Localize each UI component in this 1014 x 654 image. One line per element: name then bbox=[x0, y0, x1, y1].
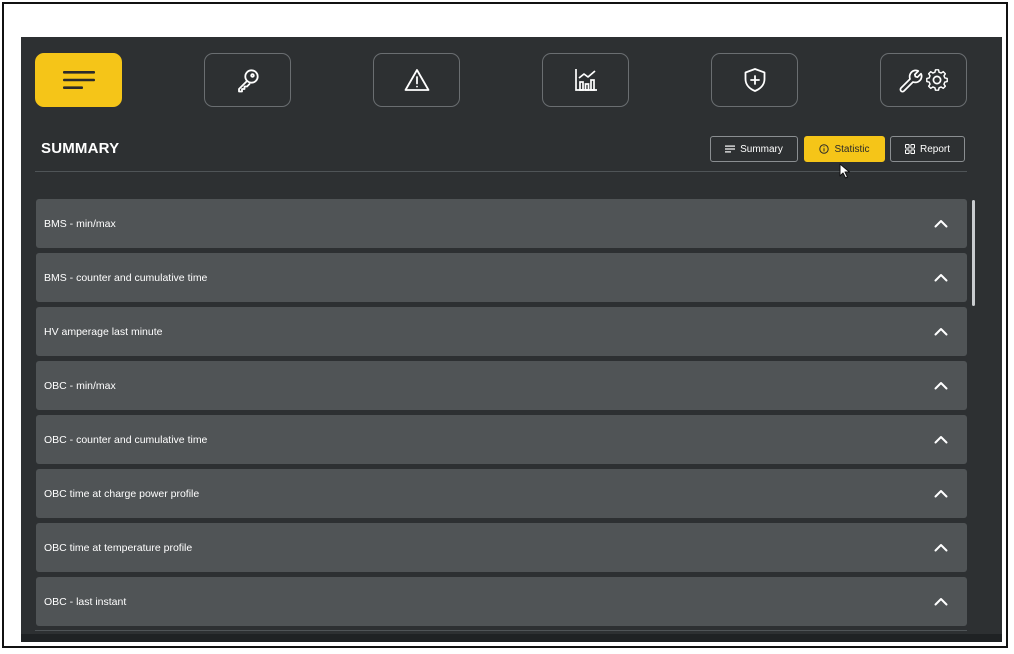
nav-tools-button[interactable] bbox=[880, 53, 967, 107]
section-label: OBC time at temperature profile bbox=[44, 541, 193, 554]
chevron-up-icon[interactable] bbox=[934, 273, 948, 282]
section-row[interactable]: BMS - min/max bbox=[36, 199, 967, 248]
section-row[interactable]: OBC - min/max bbox=[36, 361, 967, 410]
section-label: OBC - last instant bbox=[44, 595, 127, 608]
section-row[interactable]: BMS - counter and cumulative time bbox=[36, 253, 967, 302]
section-row[interactable]: OBC time at temperature profile bbox=[36, 523, 967, 572]
section-label: OBC - min/max bbox=[44, 379, 116, 392]
chevron-up-icon[interactable] bbox=[934, 435, 948, 444]
chevron-up-icon[interactable] bbox=[934, 381, 948, 390]
section-label: OBC - counter and cumulative time bbox=[44, 433, 208, 446]
section-label: BMS - counter and cumulative time bbox=[44, 271, 208, 284]
key-icon bbox=[237, 69, 259, 93]
wrench-gear-icon bbox=[899, 69, 948, 93]
section-row[interactable]: OBC - last instant bbox=[36, 577, 967, 626]
section-row[interactable]: OBC - counter and cumulative time bbox=[36, 415, 967, 464]
page-title: SUMMARY bbox=[41, 140, 120, 157]
bottom-strip bbox=[21, 634, 1002, 642]
section-row[interactable]: HV amperage last minute bbox=[36, 307, 967, 356]
chevron-up-icon[interactable] bbox=[934, 327, 948, 336]
nav-key-button[interactable] bbox=[204, 53, 291, 107]
shield-plus-icon bbox=[744, 68, 765, 92]
warning-icon bbox=[404, 69, 429, 91]
nav-warning-button[interactable] bbox=[373, 53, 460, 107]
chevron-up-icon[interactable] bbox=[934, 543, 948, 552]
summary-view-button[interactable]: Summary bbox=[710, 136, 798, 162]
chart-icon bbox=[574, 69, 597, 91]
info-icon bbox=[819, 144, 830, 154]
nav-shield-button[interactable] bbox=[711, 53, 798, 107]
grid-icon bbox=[904, 144, 915, 154]
lines-icon bbox=[725, 145, 736, 153]
window-frame: SUMMARY Summary Statistic Report BMS - m… bbox=[2, 2, 1008, 648]
section-row[interactable]: OBC time at charge power profile bbox=[36, 469, 967, 518]
report-view-label: Report bbox=[919, 143, 950, 155]
section-label: HV amperage last minute bbox=[44, 325, 163, 338]
bottom-divider bbox=[35, 630, 967, 631]
nav-menu-button[interactable] bbox=[35, 53, 122, 107]
list-scrollbar[interactable] bbox=[972, 200, 975, 306]
summary-view-label: Summary bbox=[740, 143, 783, 155]
menu-icon bbox=[62, 71, 95, 89]
chevron-up-icon[interactable] bbox=[934, 489, 948, 498]
chevron-up-icon[interactable] bbox=[934, 597, 948, 606]
statistic-view-label: Statistic bbox=[834, 143, 870, 155]
chevron-up-icon[interactable] bbox=[934, 219, 948, 228]
nav-chart-button[interactable] bbox=[542, 53, 629, 107]
section-label: BMS - min/max bbox=[44, 217, 116, 230]
header-divider bbox=[35, 171, 967, 172]
report-view-button[interactable]: Report bbox=[890, 136, 965, 162]
section-label: OBC time at charge power profile bbox=[44, 487, 200, 500]
app-panel: SUMMARY Summary Statistic Report BMS - m… bbox=[21, 37, 1002, 642]
statistic-view-button[interactable]: Statistic bbox=[804, 136, 885, 162]
